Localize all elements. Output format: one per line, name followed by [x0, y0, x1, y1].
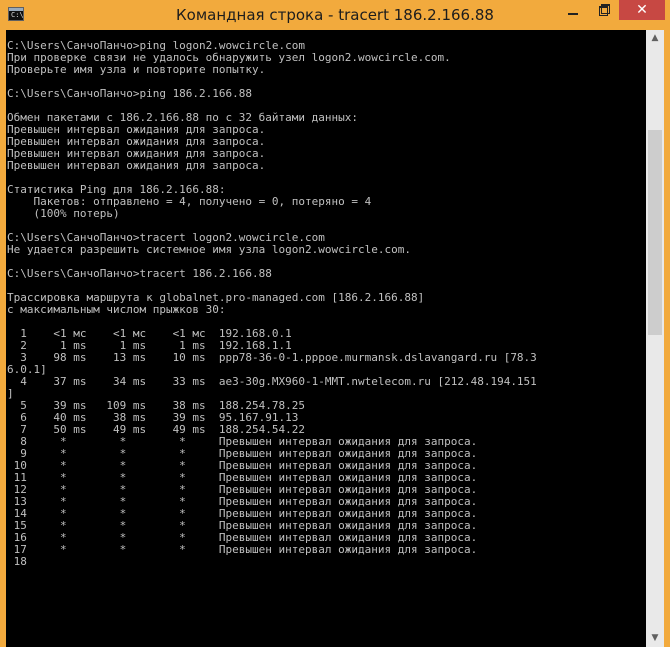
command-prompt-window: C:\ Командная строка - tracert 186.2.166…	[0, 0, 670, 647]
title-bar[interactable]: C:\ Командная строка - tracert 186.2.166…	[0, 0, 670, 30]
scroll-down-button[interactable]: ▼	[646, 630, 664, 647]
minimize-button[interactable]	[560, 1, 587, 21]
arrow-down-icon: ▼	[651, 633, 659, 643]
restore-button[interactable]	[590, 1, 617, 21]
restore-icon	[599, 6, 608, 16]
close-button[interactable]: ✕	[619, 0, 665, 20]
window-border	[664, 30, 670, 647]
arrow-up-icon: ▲	[651, 33, 659, 43]
scroll-up-button[interactable]: ▲	[646, 30, 664, 47]
minimize-icon	[568, 13, 578, 15]
console-output: C:\Users\СанчоПанчо>ping logon2.wowcircl…	[7, 39, 537, 568]
close-icon: ✕	[636, 2, 648, 18]
scroll-thumb[interactable]	[648, 130, 662, 335]
console-area[interactable]: C:\Users\СанчоПанчо>ping logon2.wowcircl…	[6, 30, 646, 647]
vertical-scrollbar[interactable]: ▲ ▼	[646, 30, 664, 647]
